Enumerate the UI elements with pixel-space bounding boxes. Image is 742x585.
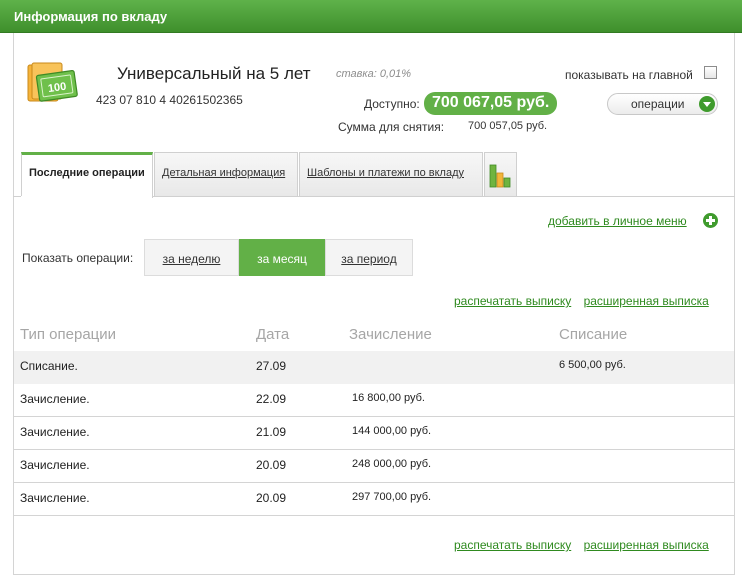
column-header-type: Тип операции: [20, 326, 117, 343]
money-icon-label: 100: [47, 81, 67, 95]
tab-templates-payments[interactable]: Шаблоны и платежи по вкладу: [299, 152, 483, 197]
tab-label: Шаблоны и платежи по вкладу: [307, 167, 464, 179]
statement-links-bottom: распечатать выписку расширенная выписка: [454, 538, 718, 552]
cell-date: 20.09: [256, 458, 287, 472]
operations-button-label: операции: [631, 97, 685, 111]
table-row: Зачисление. 21.09 144 000,00 руб.: [14, 417, 734, 450]
tab-detailed-info[interactable]: Детальная информация: [154, 152, 298, 197]
cell-credit: 144 000,00 руб.: [352, 425, 432, 437]
table-row: Зачисление. 20.09 248 000,00 руб.: [14, 450, 734, 483]
extended-statement-link[interactable]: расширенная выписка: [584, 538, 709, 552]
table-row: Списание. 27.09 6 500,00 руб.: [14, 351, 734, 384]
cell-credit: 297 700,00 руб.: [352, 491, 432, 503]
column-header-credit: Зачисление: [349, 326, 432, 343]
tab-recent-operations[interactable]: Последние операции: [21, 152, 153, 198]
chevron-down-icon: [699, 96, 715, 112]
column-header-date: Дата: [256, 326, 290, 343]
add-to-menu-link[interactable]: добавить в личное меню: [548, 214, 687, 228]
plus-icon[interactable]: [703, 213, 718, 228]
cell-type: Зачисление.: [20, 491, 90, 505]
column-header-debit: Списание: [559, 326, 628, 343]
cell-credit: 248 000,00 руб.: [352, 458, 432, 470]
withdraw-amount: 700 057,05 руб.: [468, 120, 548, 132]
cell-debit: 6 500,00 руб.: [559, 359, 626, 371]
operations-button[interactable]: операции: [607, 93, 718, 115]
cell-type: Зачисление.: [20, 425, 90, 439]
show-on-main-checkbox[interactable]: [704, 66, 717, 79]
tab-label: Детальная информация: [162, 167, 286, 179]
cell-date: 22.09: [256, 392, 287, 406]
period-option-label: за период: [341, 252, 397, 266]
cell-date: 27.09: [256, 359, 287, 373]
cell-date: 20.09: [256, 491, 287, 505]
cell-type: Зачисление.: [20, 392, 90, 406]
extended-statement-link[interactable]: расширенная выписка: [584, 294, 709, 308]
available-label: Доступно:: [364, 97, 420, 111]
cell-type: Списание.: [20, 359, 78, 373]
account-rate: ставка: 0,01%: [336, 68, 412, 80]
print-statement-link[interactable]: распечатать выписку: [454, 538, 571, 552]
period-option-label: за месяц: [257, 252, 307, 266]
tab-chart[interactable]: [484, 152, 517, 197]
period-week-button[interactable]: за неделю: [144, 239, 239, 276]
print-statement-link[interactable]: распечатать выписку: [454, 294, 571, 308]
withdraw-label: Сумма для снятия:: [338, 120, 445, 134]
period-month-button[interactable]: за месяц: [239, 239, 325, 276]
money-icon: 100: [27, 62, 78, 102]
period-custom-button[interactable]: за период: [325, 239, 413, 276]
period-filter-label: Показать операции:: [22, 251, 134, 265]
table-row: Зачисление. 20.09 297 700,00 руб.: [14, 483, 734, 516]
table-row: Зачисление. 22.09 16 800,00 руб.: [14, 384, 734, 417]
cell-credit: 16 800,00 руб.: [352, 392, 425, 404]
available-amount-badge: 700 067,05 руб.: [424, 92, 558, 115]
period-option-label: за неделю: [162, 252, 221, 266]
statement-links-top: распечатать выписку расширенная выписка: [454, 294, 718, 308]
chart-icon: [489, 164, 511, 188]
tab-label: Последние операции: [29, 167, 145, 179]
cell-date: 21.09: [256, 425, 287, 439]
account-number: 423 07 810 4 40261502365: [96, 93, 243, 107]
section-title: Информация по вкладу: [14, 9, 168, 24]
show-on-main-label: показывать на главной: [565, 68, 693, 82]
cell-type: Зачисление.: [20, 458, 90, 472]
section-header: Информация по вкладу: [0, 0, 742, 33]
account-name: Универсальный на 5 лет: [117, 64, 311, 83]
